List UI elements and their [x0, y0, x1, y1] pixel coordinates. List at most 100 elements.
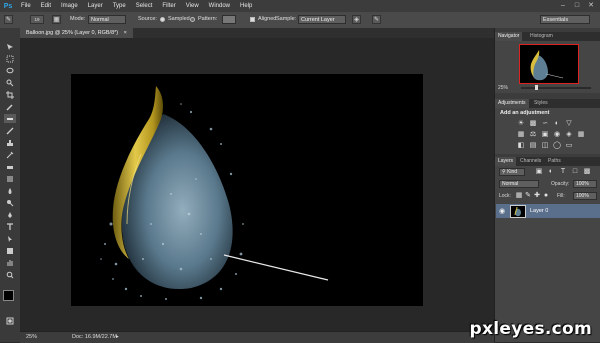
pattern-radio[interactable] [190, 17, 195, 22]
menu-filter[interactable]: Filter [157, 0, 180, 12]
canvas-area[interactable] [20, 38, 494, 331]
black-white-icon[interactable]: ▣ [541, 131, 549, 139]
menu-bar: Ps File Edit Image Layer Type Select Fil… [0, 0, 600, 12]
invert-icon[interactable]: ◧ [517, 142, 525, 150]
photo-filter-icon[interactable]: ◉ [553, 131, 561, 139]
channel-mixer-icon[interactable]: ◈ [565, 131, 573, 139]
hand-tool-icon[interactable] [4, 258, 16, 267]
minimize-button[interactable]: – [556, 0, 570, 12]
type-tool-icon[interactable] [4, 222, 16, 231]
marquee-tool-icon[interactable] [4, 54, 16, 63]
threshold-icon[interactable]: ◫ [541, 142, 549, 150]
hue-saturation-icon[interactable]: ▦ [517, 131, 525, 139]
gradient-map-icon[interactable]: ▭ [565, 142, 573, 150]
blend-mode-select[interactable]: Normal [499, 180, 539, 188]
lasso-tool-icon[interactable] [4, 66, 16, 75]
tab-histogram[interactable]: Histogram [527, 32, 556, 41]
menu-edit[interactable]: Edit [36, 0, 56, 12]
layer-row[interactable]: ◉ Layer 0 [496, 204, 600, 218]
tab-channels[interactable]: Channels [517, 157, 544, 166]
vibrance-icon[interactable]: ▽ [565, 120, 573, 128]
lock-image-icon[interactable]: ✎ [524, 192, 532, 200]
color-balance-icon[interactable]: ⚖ [529, 131, 537, 139]
menu-window[interactable]: Window [204, 0, 235, 12]
eyedropper-tool-icon[interactable] [4, 102, 16, 111]
sample-select[interactable]: Current Layer [298, 15, 346, 24]
workspace-select[interactable]: Essentials [540, 15, 590, 24]
menu-layer[interactable]: Layer [83, 0, 108, 12]
lock-position-icon[interactable]: ✚ [533, 192, 541, 200]
zoom-tool-icon[interactable] [4, 270, 16, 279]
tab-navigator[interactable]: Navigator [495, 32, 523, 41]
exposure-icon[interactable]: ◐ [553, 120, 561, 128]
levels-icon[interactable]: ▩ [529, 120, 537, 128]
brush-tool-icon[interactable] [4, 126, 16, 135]
sampled-radio[interactable] [160, 17, 165, 22]
layer-name[interactable]: Layer 0 [530, 208, 548, 214]
brush-preset-picker[interactable]: 19 [30, 15, 44, 24]
clone-stamp-tool-icon[interactable] [4, 138, 16, 147]
clone-source-panel-icon[interactable]: ▦ [52, 15, 61, 24]
brightness-contrast-icon[interactable]: ☀ [517, 120, 525, 128]
document-tab-bar: Balloon.jpg @ 25% (Layer 0, RGB/8*) × [20, 28, 494, 38]
maximize-button[interactable]: □ [570, 0, 584, 12]
menu-select[interactable]: Select [131, 0, 158, 12]
navigator-slider-handle[interactable] [535, 85, 538, 90]
tab-adjustments[interactable]: Adjustments [495, 99, 529, 108]
tab-layers[interactable]: Layers [495, 157, 517, 166]
opacity-input[interactable]: 100% [573, 180, 597, 188]
close-button[interactable]: ✕ [584, 0, 598, 12]
selective-color-icon[interactable]: ◯ [553, 142, 561, 150]
filter-pixel-icon[interactable]: ▣ [535, 168, 543, 176]
document-tab[interactable]: Balloon.jpg @ 25% (Layer 0, RGB/8*) × [20, 28, 133, 38]
lock-transparent-icon[interactable]: ▦ [515, 192, 523, 200]
menu-type[interactable]: Type [108, 0, 131, 12]
tab-paths[interactable]: Paths [545, 157, 564, 166]
pen-tool-icon[interactable] [4, 210, 16, 219]
filter-smart-object-icon[interactable]: ▩ [583, 168, 591, 176]
menu-view[interactable]: View [181, 0, 204, 12]
quick-selection-tool-icon[interactable] [4, 78, 16, 87]
aligned-checkbox[interactable] [250, 17, 255, 22]
move-tool-icon[interactable] [4, 42, 16, 51]
zoom-level[interactable]: 25% [26, 334, 37, 340]
dodge-tool-icon[interactable] [4, 198, 16, 207]
visibility-eye-icon[interactable]: ◉ [499, 207, 505, 215]
foreground-color-swatch[interactable] [3, 290, 14, 301]
pressure-size-icon[interactable]: ✎ [372, 15, 381, 24]
mode-select[interactable]: Normal [88, 15, 126, 24]
status-menu-arrow-icon[interactable]: ▸ [116, 334, 119, 340]
curves-icon[interactable]: ∽ [541, 120, 549, 128]
navigator-zoom-slider[interactable] [521, 87, 591, 89]
tab-styles[interactable]: Styles [531, 99, 551, 108]
gradient-tool-icon[interactable] [4, 174, 16, 183]
quick-mask-icon[interactable] [4, 316, 16, 325]
photoshop-logo: Ps [3, 2, 13, 10]
history-brush-tool-icon[interactable] [4, 150, 16, 159]
filter-shape-icon[interactable]: □ [571, 168, 579, 176]
color-lookup-icon[interactable]: ▦ [577, 131, 585, 139]
lock-all-icon[interactable]: ● [542, 192, 550, 200]
navigator-zoom[interactable]: 25% [498, 85, 508, 91]
menu-file[interactable]: File [16, 0, 36, 12]
filter-adjustment-icon[interactable]: ◐ [547, 168, 555, 176]
document-image[interactable] [71, 74, 423, 306]
shape-tool-icon[interactable] [4, 246, 16, 255]
menu-help[interactable]: Help [235, 0, 257, 12]
fill-input[interactable]: 100% [573, 192, 597, 200]
close-tab-icon[interactable]: × [124, 30, 127, 36]
filter-type-icon[interactable]: T [559, 168, 567, 176]
pattern-picker[interactable] [222, 15, 236, 24]
eraser-tool-icon[interactable] [4, 162, 16, 171]
healing-brush-tool-icon[interactable] [4, 114, 16, 123]
healing-brush-icon[interactable]: ✎ [4, 15, 13, 24]
path-selection-tool-icon[interactable] [4, 234, 16, 243]
layer-filter-kind[interactable]: ⚲ Kind [499, 168, 525, 176]
ignore-adjustment-layers-icon[interactable]: ◈ [352, 15, 361, 24]
crop-tool-icon[interactable] [4, 90, 16, 99]
navigator-thumbnail[interactable] [519, 44, 579, 84]
tools-panel [0, 28, 21, 342]
posterize-icon[interactable]: ▤ [529, 142, 537, 150]
menu-image[interactable]: Image [56, 0, 83, 12]
blur-tool-icon[interactable] [4, 186, 16, 195]
